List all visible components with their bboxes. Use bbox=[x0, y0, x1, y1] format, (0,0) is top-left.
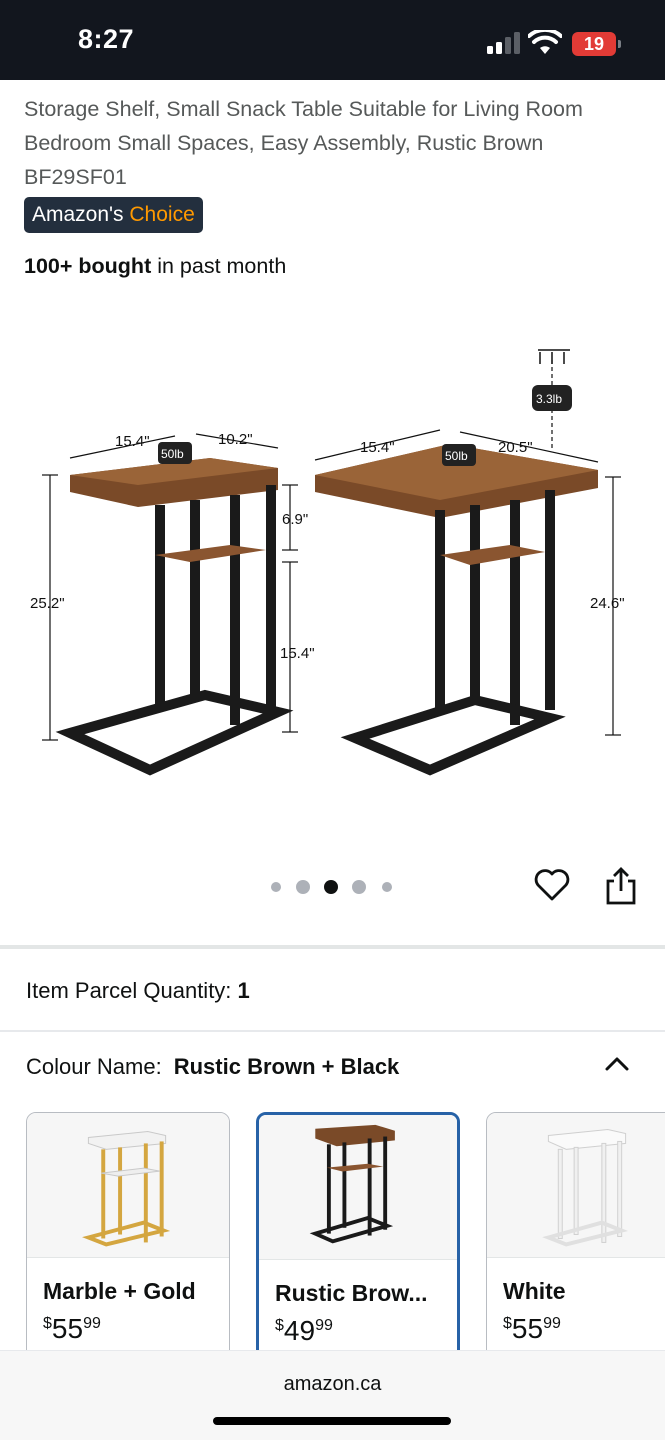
table-thumbnail-icon bbox=[82, 1131, 171, 1247]
title-line: BF29SF01 bbox=[24, 165, 127, 189]
colour-name[interactable]: Colour Name: Rustic Brown + Black bbox=[26, 1054, 399, 1080]
parcel-quantity: Item Parcel Quantity: 1 bbox=[26, 978, 250, 1004]
carousel-dot[interactable] bbox=[382, 882, 392, 892]
swatch-white[interactable]: White $5599 bbox=[486, 1112, 665, 1352]
price-dollars: 49 bbox=[283, 1315, 316, 1346]
swatch-name: Marble + Gold bbox=[43, 1278, 196, 1304]
wifi-icon bbox=[528, 30, 562, 54]
battery-icon: 19 bbox=[572, 32, 622, 56]
swatch-name: Rustic Brow... bbox=[275, 1280, 428, 1306]
parcel-value: 1 bbox=[237, 978, 250, 1003]
swatch-marble-gold[interactable]: Marble + Gold $5599 bbox=[26, 1112, 230, 1352]
url-domain[interactable]: amazon.ca bbox=[0, 1373, 665, 1396]
battery-level: 19 bbox=[572, 32, 616, 56]
product-title: Storage Shelf, Small Snack Table Suitabl… bbox=[24, 92, 634, 194]
left-depth-label: 10.2" bbox=[218, 431, 253, 448]
left-height-label: 25.2" bbox=[30, 595, 65, 612]
right-depth-label: 20.5" bbox=[498, 439, 533, 456]
badge-prefix: Amazon's bbox=[32, 203, 124, 226]
bought-number: 100+ bought bbox=[24, 254, 152, 278]
status-bar: 8:27 19 bbox=[0, 0, 665, 80]
share-icon[interactable] bbox=[604, 866, 638, 906]
heart-icon[interactable] bbox=[533, 866, 571, 904]
swatch-price: $5599 bbox=[43, 1313, 101, 1345]
swatch-name: White bbox=[503, 1278, 566, 1304]
title-line: Bedroom Small Spaces, Easy Assembly, Rus… bbox=[24, 131, 544, 155]
right-table bbox=[315, 444, 598, 776]
left-load-label: 50lb bbox=[161, 447, 184, 461]
swatch-image bbox=[487, 1113, 665, 1258]
signal-icon bbox=[487, 32, 520, 54]
right-height-label: 24.6" bbox=[590, 595, 625, 612]
colour-swatches[interactable]: Marble + Gold $5599 Rustic Brow... $4999 bbox=[0, 1110, 665, 1352]
section-divider bbox=[0, 945, 665, 949]
carousel-dot[interactable] bbox=[296, 880, 310, 894]
bought-suffix: in past month bbox=[151, 254, 287, 278]
table-thumbnail-icon bbox=[542, 1129, 629, 1247]
top-load-label: 3.3lb bbox=[536, 392, 562, 406]
price-currency: $ bbox=[43, 1315, 52, 1332]
left-table bbox=[55, 458, 294, 776]
price-dollars: 55 bbox=[511, 1313, 544, 1344]
price-cents: 99 bbox=[543, 1315, 561, 1332]
carousel-dot[interactable] bbox=[271, 882, 281, 892]
table-thumbnail-icon bbox=[309, 1124, 395, 1244]
price-cents: 99 bbox=[315, 1317, 333, 1334]
status-time: 8:27 bbox=[78, 24, 135, 54]
left-width-label: 15.4" bbox=[115, 433, 150, 450]
colour-label: Colour Name: bbox=[26, 1054, 162, 1079]
bought-count: 100+ bought in past month bbox=[24, 254, 286, 279]
right-width-label: 15.4" bbox=[360, 439, 395, 456]
colour-value: Rustic Brown + Black bbox=[173, 1054, 400, 1079]
left-lower-label: 15.4" bbox=[280, 645, 315, 662]
badge-suffix: Choice bbox=[123, 203, 195, 226]
price-cents: 99 bbox=[83, 1315, 101, 1332]
swatch-price: $4999 bbox=[275, 1315, 333, 1347]
left-gap-label: 6.9" bbox=[282, 511, 308, 528]
price-currency: $ bbox=[503, 1315, 512, 1332]
parcel-label: Item Parcel Quantity: bbox=[26, 978, 232, 1003]
right-load-label: 50lb bbox=[445, 449, 468, 463]
swatch-rustic-brown[interactable]: Rustic Brow... $4999 bbox=[256, 1112, 460, 1352]
product-image[interactable]: 15.4" 10.2" 25.2" 6.9" 15.4" 15.4" 20.5"… bbox=[30, 340, 640, 780]
swatch-image bbox=[27, 1113, 229, 1258]
carousel-dot[interactable] bbox=[352, 880, 366, 894]
section-divider bbox=[0, 1030, 665, 1032]
price-currency: $ bbox=[275, 1317, 284, 1334]
swatch-price: $5599 bbox=[503, 1313, 561, 1345]
chevron-up-icon[interactable] bbox=[604, 1054, 630, 1072]
down-arrows-icon bbox=[538, 349, 570, 364]
price-dollars: 55 bbox=[51, 1313, 84, 1344]
home-indicator[interactable] bbox=[213, 1417, 451, 1425]
swatch-image bbox=[259, 1115, 457, 1260]
amazons-choice-badge[interactable]: Amazon's Choice bbox=[24, 197, 203, 233]
browser-bottom-bar: amazon.ca bbox=[0, 1350, 665, 1440]
carousel-dot-active[interactable] bbox=[324, 880, 338, 894]
title-line: Storage Shelf, Small Snack Table Suitabl… bbox=[24, 97, 583, 121]
